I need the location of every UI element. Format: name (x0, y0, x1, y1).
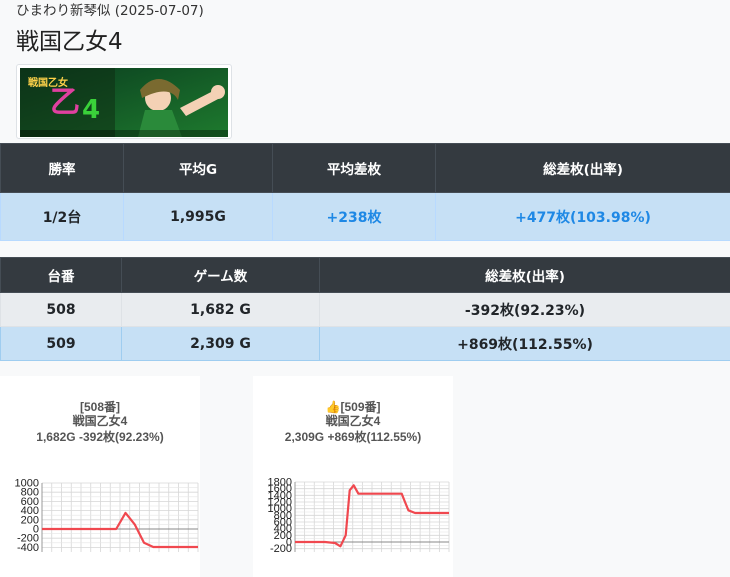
avg-diff-value: +238枚 (272, 192, 436, 241)
win-rate-value: 1/2台 (0, 192, 124, 241)
col-game-count: ゲーム数 (121, 257, 320, 293)
machine-table: 台番 ゲーム数 総差枚(出率) 508 1,682 G -392枚(92.23%… (0, 257, 730, 361)
machine-banner: 戦国乙女 乙 4 (16, 64, 232, 139)
page-title: 戦国乙女4 (16, 29, 123, 55)
machine-number: 509 (0, 326, 122, 361)
machine-diff: +869枚(112.55%) (319, 326, 730, 361)
y-tick-label: -200 (270, 543, 292, 555)
table-row[interactable]: 508 1,682 G -392枚(92.23%) (0, 292, 730, 327)
machine-games: 1,682 G (121, 292, 320, 327)
summary-header-row: 勝率 平均G 平均差枚 総差枚(出率) (0, 143, 730, 193)
col-machine-total-diff: 総差枚(出率) (319, 257, 730, 293)
y-tick-label: -400 (17, 542, 39, 554)
col-machine-number: 台番 (0, 257, 122, 293)
svg-text:4: 4 (82, 95, 100, 125)
summary-row: 1/2台 1,995G +238枚 +477枚(103.98%) (0, 192, 730, 241)
col-win-rate: 勝率 (0, 143, 124, 193)
line-chart-509: 180016001400120010008006004002000-200 (268, 477, 450, 555)
machine-diff: -392枚(92.23%) (319, 292, 730, 327)
banner-image: 戦国乙女 乙 4 (20, 68, 228, 137)
col-total-diff: 総差枚(出率) (435, 143, 730, 193)
svg-text:乙: 乙 (50, 85, 80, 120)
col-avg-games: 平均G (123, 143, 273, 193)
chart-card-509[interactable]: 👍[509番] 戦国乙女4 2,309G +869枚(112.55%) 1800… (253, 376, 453, 577)
summary-table: 勝率 平均G 平均差枚 総差枚(出率) 1/2台 1,995G +238枚 +4… (0, 143, 730, 241)
machine-header-row: 台番 ゲーム数 総差枚(出率) (0, 257, 730, 293)
avg-games-value: 1,995G (123, 192, 273, 241)
chart-card-508[interactable]: [508番] 戦国乙女4 1,682G -392枚(92.23%) 1000 80… (0, 376, 200, 577)
machine-number: 508 (0, 292, 122, 327)
line-chart-508: 10008006004002000-200-400 (15, 478, 199, 554)
col-avg-diff: 平均差枚 (272, 143, 436, 193)
total-diff-value: +477枚(103.98%) (435, 192, 730, 241)
machine-games: 2,309 G (121, 326, 320, 361)
table-row[interactable]: 509 2,309 G +869枚(112.55%) (0, 326, 730, 361)
grid (41, 482, 199, 552)
page-subtitle: ひまわり新琴似 (2025-07-07) (16, 3, 204, 19)
